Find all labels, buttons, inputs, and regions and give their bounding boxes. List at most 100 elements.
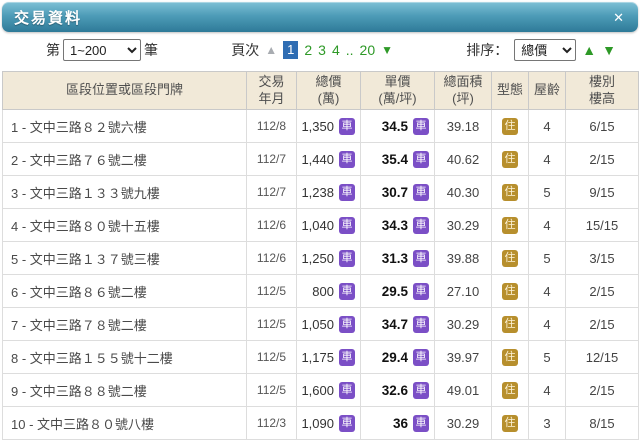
current-page-indicator: 1	[283, 41, 298, 59]
transaction-date-cell: 112/7	[247, 143, 297, 176]
column-header: 屋齡	[529, 72, 566, 110]
unit-price-cell: 29.5 車	[361, 275, 435, 308]
address-cell: 7 - 文中三路７８號二樓	[3, 308, 247, 341]
total-price-cell: 1,090 車	[297, 407, 361, 440]
column-header: 區段位置或區段門牌	[3, 72, 247, 110]
parking-badge: 車	[413, 349, 429, 366]
building-age-cell: 4	[529, 209, 566, 242]
table-row: 4 - 文中三路８０號十五樓 112/6 1,040 車 34.3 車 30.2…	[3, 209, 639, 242]
unit-price-cell: 34.3 車	[361, 209, 435, 242]
property-type-cell: 住	[492, 407, 529, 440]
building-age-cell: 4	[529, 308, 566, 341]
residential-badge: 住	[502, 349, 518, 366]
floor-cell: 12/15	[566, 341, 639, 374]
property-type-cell: 住	[492, 308, 529, 341]
total-price-cell: 1,350 車	[297, 110, 361, 143]
column-header: 總面積 (坪)	[435, 72, 492, 110]
total-area-cell: 49.01	[435, 374, 492, 407]
parking-badge: 車	[339, 382, 355, 399]
unit-price-cell: 35.4 車	[361, 143, 435, 176]
page-link[interactable]: 2	[304, 42, 312, 58]
unit-price-cell: 34.7 車	[361, 308, 435, 341]
building-age-cell: 5	[529, 242, 566, 275]
address-cell: 10 - 文中三路８０號八樓	[3, 407, 247, 440]
property-type-cell: 住	[492, 275, 529, 308]
address-cell: 6 - 文中三路８６號二樓	[3, 275, 247, 308]
total-area-cell: 39.18	[435, 110, 492, 143]
controls-bar: 第 1~200 筆 頁次 ▲ 1 234..20 ▼ 排序： 總價 ▲ ▼	[0, 32, 640, 68]
range-suffix-label: 筆	[144, 40, 158, 60]
parking-badge: 車	[413, 151, 429, 168]
total-price-cell: 800 車	[297, 275, 361, 308]
table-row: 8 - 文中三路１５５號十二樓 112/5 1,175 車 29.4 車 39.…	[3, 341, 639, 374]
transaction-date-cell: 112/5	[247, 275, 297, 308]
sort-asc-icon[interactable]: ▲	[582, 43, 596, 57]
record-range-select[interactable]: 1~200	[63, 39, 141, 61]
table-row: 3 - 文中三路１３３號九樓 112/7 1,238 車 30.7 車 40.3…	[3, 176, 639, 209]
parking-badge: 車	[339, 283, 355, 300]
building-age-cell: 5	[529, 176, 566, 209]
total-area-cell: 30.29	[435, 209, 492, 242]
total-area-cell: 40.30	[435, 176, 492, 209]
parking-badge: 車	[413, 184, 429, 201]
page-prev-icon[interactable]: ▲	[265, 44, 277, 56]
table-row: 10 - 文中三路８０號八樓 112/3 1,090 車 36 車 30.29 …	[3, 407, 639, 440]
pagination-label: 頁次	[231, 40, 259, 60]
table-header-row: 區段位置或區段門牌交易 年月總價 (萬)單價 (萬/坪)總面積 (坪)型態屋齡樓…	[3, 72, 639, 110]
building-age-cell: 3	[529, 407, 566, 440]
parking-badge: 車	[413, 415, 429, 432]
page-next-icon[interactable]: ▼	[381, 44, 393, 56]
parking-badge: 車	[339, 250, 355, 267]
transaction-date-cell: 112/5	[247, 308, 297, 341]
unit-price-cell: 36 車	[361, 407, 435, 440]
parking-badge: 車	[339, 184, 355, 201]
residential-badge: 住	[502, 382, 518, 399]
building-age-cell: 4	[529, 374, 566, 407]
building-age-cell: 4	[529, 275, 566, 308]
page-link[interactable]: 4	[332, 42, 340, 58]
table-row: 5 - 文中三路１３７號三樓 112/6 1,250 車 31.3 車 39.8…	[3, 242, 639, 275]
total-area-cell: 40.62	[435, 143, 492, 176]
floor-cell: 6/15	[566, 110, 639, 143]
residential-badge: 住	[502, 217, 518, 234]
floor-cell: 15/15	[566, 209, 639, 242]
total-area-cell: 39.88	[435, 242, 492, 275]
floor-cell: 2/15	[566, 143, 639, 176]
floor-cell: 2/15	[566, 308, 639, 341]
residential-badge: 住	[502, 283, 518, 300]
address-cell: 3 - 文中三路１３３號九樓	[3, 176, 247, 209]
page-ellipsis: ..	[346, 42, 354, 58]
transactions-table: 區段位置或區段門牌交易 年月總價 (萬)單價 (萬/坪)總面積 (坪)型態屋齡樓…	[2, 71, 639, 440]
floor-cell: 2/15	[566, 374, 639, 407]
page-link[interactable]: 20	[360, 42, 376, 58]
parking-badge: 車	[413, 217, 429, 234]
residential-badge: 住	[502, 118, 518, 135]
sort-desc-icon[interactable]: ▼	[602, 43, 616, 57]
transaction-date-cell: 112/5	[247, 341, 297, 374]
parking-badge: 車	[339, 151, 355, 168]
total-price-cell: 1,238 車	[297, 176, 361, 209]
table-row: 1 - 文中三路８２號六樓 112/8 1,350 車 34.5 車 39.18…	[3, 110, 639, 143]
floor-cell: 9/15	[566, 176, 639, 209]
parking-badge: 車	[413, 382, 429, 399]
parking-badge: 車	[413, 250, 429, 267]
residential-badge: 住	[502, 316, 518, 333]
pagination-group: 頁次 ▲ 1 234.. 20 ▼	[231, 40, 393, 60]
address-cell: 2 - 文中三路７６號二樓	[3, 143, 247, 176]
window-title: 交易資料	[14, 7, 82, 28]
property-type-cell: 住	[492, 143, 529, 176]
unit-price-cell: 32.6 車	[361, 374, 435, 407]
column-header: 總價 (萬)	[297, 72, 361, 110]
residential-badge: 住	[502, 151, 518, 168]
address-cell: 8 - 文中三路１５５號十二樓	[3, 341, 247, 374]
total-area-cell: 39.97	[435, 341, 492, 374]
table-row: 9 - 文中三路８８號二樓 112/5 1,600 車 32.6 車 49.01…	[3, 374, 639, 407]
unit-price-cell: 34.5 車	[361, 110, 435, 143]
page-link[interactable]: 3	[318, 42, 326, 58]
sort-select[interactable]: 總價	[514, 39, 576, 61]
parking-badge: 車	[413, 118, 429, 135]
close-icon[interactable]: ✕	[613, 11, 624, 24]
building-age-cell: 4	[529, 143, 566, 176]
parking-badge: 車	[339, 118, 355, 135]
building-age-cell: 5	[529, 341, 566, 374]
